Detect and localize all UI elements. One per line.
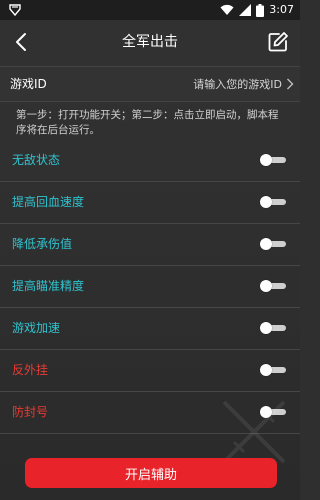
feature-row-aim-accuracy[interactable]: 提高瞄准精度: [0, 266, 300, 308]
status-icons: 3:07: [220, 0, 294, 20]
toggle-thumb: [260, 196, 272, 208]
toggle-thumb: [260, 364, 272, 376]
feature-label: 反外挂: [12, 363, 49, 377]
feature-label: 防封号: [12, 405, 49, 419]
feature-row-damage-reduction[interactable]: 降低承伤值: [0, 224, 300, 266]
feature-label: 无敌状态: [12, 153, 61, 167]
feature-row-heal-speed[interactable]: 提高回血速度: [0, 182, 300, 224]
toggle-thumb: [260, 238, 272, 250]
feature-label: 提高瞄准精度: [12, 279, 85, 293]
game-id-label: 游戏ID: [10, 77, 47, 91]
feature-row-anti-cheat[interactable]: 反外挂: [0, 350, 300, 392]
feature-toggle[interactable]: [260, 196, 286, 208]
page-title: 全军出击: [122, 34, 178, 50]
app-bar: 全军出击: [0, 20, 300, 66]
feature-row-game-speedup[interactable]: 游戏加速: [0, 308, 300, 350]
feature-toggle[interactable]: [260, 280, 286, 292]
status-time: 3:07: [269, 3, 294, 16]
feature-toggle[interactable]: [260, 322, 286, 334]
feature-label: 降低承伤值: [12, 237, 73, 251]
start-assist-button[interactable]: 开启辅助: [25, 458, 277, 488]
wifi-icon: [220, 4, 234, 15]
toggle-thumb: [260, 322, 272, 334]
feature-label: 提高回血速度: [12, 195, 85, 209]
feature-label: 游戏加速: [12, 321, 61, 335]
chevron-right-icon: [287, 78, 294, 90]
cellular-signal-icon: [239, 4, 252, 16]
feature-list: 无敌状态 提高回血速度 降低承伤值 提高瞄准精度 游戏加速 反外挂 防封号: [0, 140, 300, 434]
edit-icon[interactable]: [266, 30, 290, 54]
feature-toggle[interactable]: [260, 238, 286, 250]
app-notification-icon: [9, 4, 21, 17]
toggle-thumb: [260, 280, 272, 292]
app-screen: 3:07 全军出击 游戏ID 第一步：打开功能开关；第二步：点击立即启动，脚本程…: [0, 0, 300, 500]
feature-row-invincible[interactable]: 无敌状态: [0, 140, 300, 182]
game-id-row[interactable]: 游戏ID: [0, 66, 300, 102]
feature-toggle[interactable]: [260, 364, 286, 376]
game-id-input[interactable]: [132, 74, 282, 94]
instructions-text: 第一步：打开功能开关；第二步：点击立即启动，脚本程序将在后台运行。: [16, 109, 279, 136]
feature-toggle[interactable]: [260, 154, 286, 166]
status-bar: 3:07: [0, 0, 300, 20]
battery-icon: [256, 3, 265, 17]
toggle-thumb: [260, 154, 272, 166]
